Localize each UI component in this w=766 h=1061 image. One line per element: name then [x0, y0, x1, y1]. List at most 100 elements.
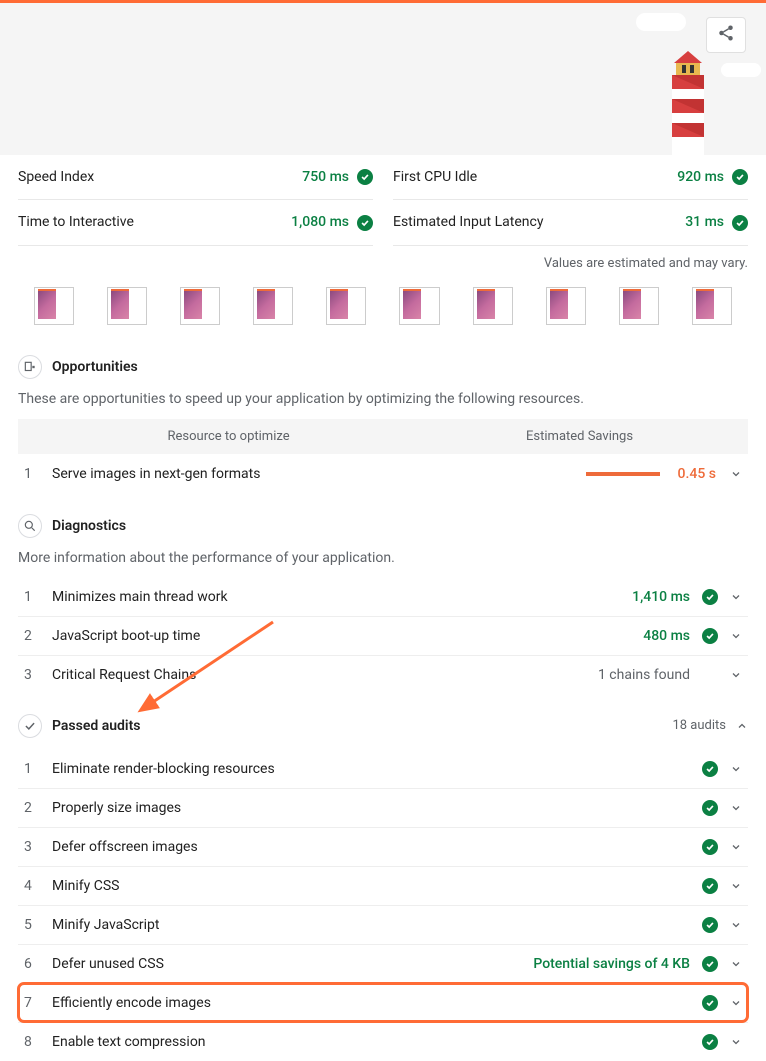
passed-audits-section: Passed audits 18 audits 1Eliminate rende…: [0, 702, 766, 1061]
metric-value: 1,080 ms: [291, 214, 349, 230]
cloud-decoration: [636, 13, 686, 31]
magnify-icon: [18, 514, 42, 538]
metric-row: Estimated Input Latency 31 ms: [393, 200, 748, 245]
diagnostic-label: Critical Request Chains: [52, 667, 598, 683]
chevron-down-icon[interactable]: [730, 880, 742, 892]
filmstrip-thumb[interactable]: [107, 287, 147, 325]
chevron-down-icon[interactable]: [730, 669, 742, 681]
lighthouse-icon: [660, 45, 716, 155]
diagnostic-row[interactable]: 3Critical Request Chains1 chains found: [18, 655, 748, 694]
audit-label: Minify CSS: [52, 878, 702, 894]
diagnostics-title: Diagnostics: [52, 518, 126, 534]
check-icon: [18, 714, 42, 738]
passed-audit-row[interactable]: 7Efficiently encode images: [18, 983, 748, 1022]
pass-check-icon: [702, 878, 718, 894]
diagnostics-desc: More information about the performance o…: [18, 550, 748, 578]
chevron-down-icon[interactable]: [730, 1036, 742, 1048]
opportunity-row[interactable]: 1Serve images in next-gen formats0.45 s: [18, 454, 748, 494]
passed-audit-row[interactable]: 3Defer offscreen images: [18, 827, 748, 866]
metric-row: Time to Interactive 1,080 ms: [18, 200, 373, 245]
metrics-grid: Speed Index 750 ms Time to Interactive 1,08…: [0, 155, 766, 246]
chevron-down-icon[interactable]: [730, 468, 742, 480]
passed-audits-count: 18 audits: [672, 718, 726, 733]
metric-label: First CPU Idle: [393, 169, 477, 185]
passed-audit-row[interactable]: 8Enable text compression: [18, 1022, 748, 1061]
audit-label: Properly size images: [52, 800, 702, 816]
chevron-up-icon: [736, 720, 748, 732]
opportunities-icon: [18, 355, 42, 379]
diagnostic-label: JavaScript boot-up time: [52, 628, 643, 644]
pass-check-icon: [702, 1034, 718, 1050]
diagnostic-row[interactable]: 2JavaScript boot-up time480 ms: [18, 616, 748, 655]
chevron-down-icon[interactable]: [730, 591, 742, 603]
diagnostics-section: Diagnostics More information about the p…: [0, 502, 766, 694]
filmstrip-thumb[interactable]: [326, 287, 366, 325]
audit-label: Defer unused CSS: [52, 956, 533, 972]
metric-label: Estimated Input Latency: [393, 214, 543, 230]
filmstrip-thumb[interactable]: [692, 287, 732, 325]
share-icon: [717, 24, 735, 46]
cloud-decoration: [721, 63, 761, 77]
audit-label: Minify JavaScript: [52, 917, 702, 933]
pass-check-icon: [702, 589, 718, 605]
passed-audit-row[interactable]: 1Eliminate render-blocking resources: [18, 750, 748, 788]
passed-audit-row[interactable]: 6Defer unused CSSPotential savings of 4 …: [18, 944, 748, 983]
pass-check-icon: [357, 169, 373, 185]
pass-check-icon: [702, 917, 718, 933]
opportunities-table-header: Resource to optimize Estimated Savings: [18, 419, 748, 454]
metric-label: Time to Interactive: [18, 214, 134, 230]
pass-check-icon: [732, 215, 748, 231]
passed-audit-row[interactable]: 5Minify JavaScript: [18, 905, 748, 944]
pass-check-icon: [357, 215, 373, 231]
pass-check-icon: [702, 995, 718, 1011]
chevron-down-icon[interactable]: [730, 763, 742, 775]
filmstrip: [0, 281, 766, 343]
audit-label: Defer offscreen images: [52, 839, 702, 855]
pass-check-icon: [702, 839, 718, 855]
audit-label: Eliminate render-blocking resources: [52, 761, 702, 777]
hero-banner: [0, 0, 766, 155]
passed-audits-toggle[interactable]: Passed audits 18 audits: [18, 702, 748, 750]
diagnostic-row[interactable]: 1Minimizes main thread work1,410 ms: [18, 578, 748, 616]
metric-row: Speed Index 750 ms: [18, 155, 373, 200]
filmstrip-thumb[interactable]: [399, 287, 439, 325]
diagnostic-label: Minimizes main thread work: [52, 589, 632, 605]
diagnostic-value: 1,410 ms: [632, 589, 690, 605]
filmstrip-thumb[interactable]: [619, 287, 659, 325]
filmstrip-thumb[interactable]: [34, 287, 74, 325]
pass-check-icon: [732, 169, 748, 185]
chevron-down-icon[interactable]: [730, 958, 742, 970]
opportunities-title: Opportunities: [52, 359, 138, 375]
filmstrip-thumb[interactable]: [180, 287, 220, 325]
audit-label: Enable text compression: [52, 1034, 702, 1050]
diagnostic-value: 480 ms: [643, 628, 690, 644]
passed-audit-row[interactable]: 4Minify CSS: [18, 866, 748, 905]
metric-value: 31 ms: [685, 214, 724, 230]
pass-check-icon: [702, 800, 718, 816]
diagnostic-value: 1 chains found: [598, 667, 690, 683]
pass-check-icon: [702, 761, 718, 777]
audit-extra: Potential savings of 4 KB: [533, 956, 690, 972]
audit-label: Efficiently encode images: [52, 995, 702, 1011]
filmstrip-thumb[interactable]: [473, 287, 513, 325]
chevron-down-icon[interactable]: [730, 802, 742, 814]
chevron-down-icon[interactable]: [730, 841, 742, 853]
chevron-down-icon[interactable]: [730, 919, 742, 931]
metric-value: 920 ms: [677, 169, 724, 185]
opportunities-section: Opportunities These are opportunities to…: [0, 343, 766, 494]
savings-bar: [586, 472, 660, 476]
pass-check-icon: [702, 956, 718, 972]
pass-check-icon: [702, 628, 718, 644]
opportunity-label: Serve images in next-gen formats: [52, 466, 586, 482]
filmstrip-thumb[interactable]: [253, 287, 293, 325]
metric-label: Speed Index: [18, 169, 94, 185]
metric-row: First CPU Idle 920 ms: [393, 155, 748, 200]
estimate-note: Values are estimated and may vary.: [0, 246, 766, 281]
chevron-down-icon[interactable]: [730, 997, 742, 1009]
filmstrip-thumb[interactable]: [546, 287, 586, 325]
passed-audit-row[interactable]: 2Properly size images: [18, 788, 748, 827]
metric-value: 750 ms: [302, 169, 349, 185]
chevron-down-icon[interactable]: [730, 630, 742, 642]
savings-value: 0.45 s: [678, 466, 716, 482]
opportunities-desc: These are opportunities to speed up your…: [18, 391, 748, 419]
